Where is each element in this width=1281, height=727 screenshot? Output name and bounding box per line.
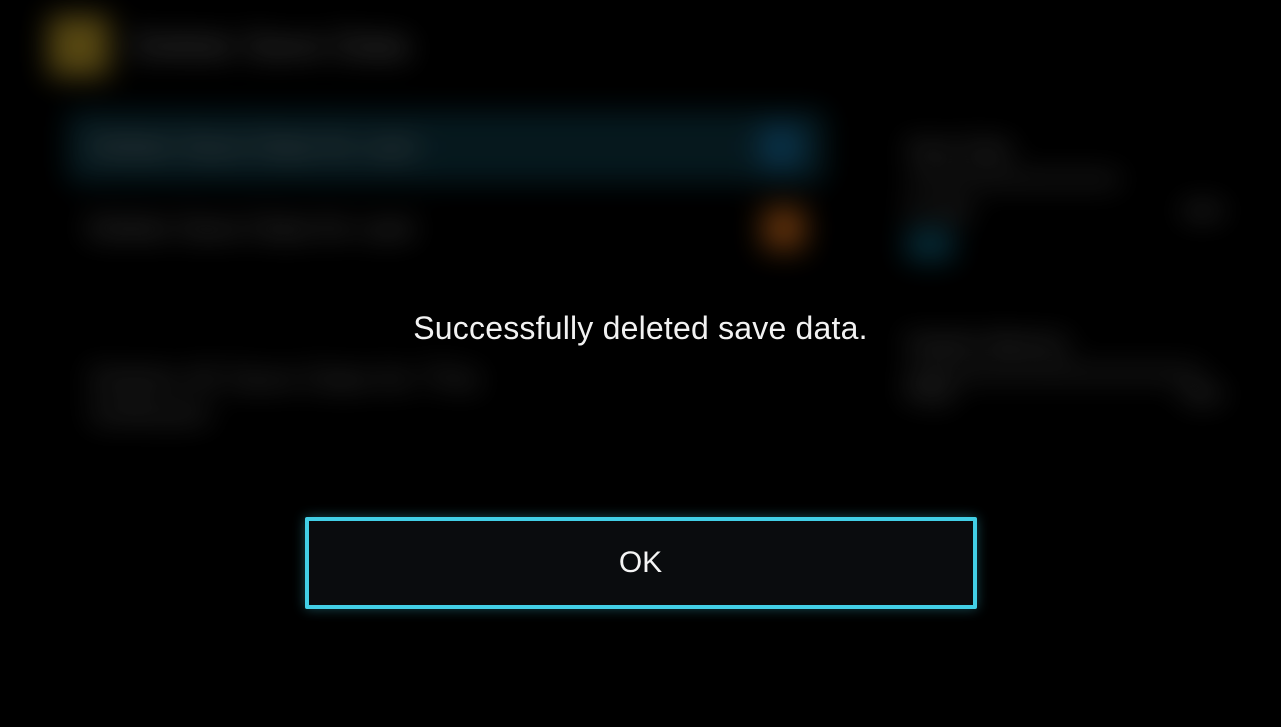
ok-button[interactable]: OK xyxy=(305,517,977,609)
confirmation-dialog: Successfully deleted save data. OK xyxy=(0,0,1281,720)
dialog-message: Successfully deleted save data. xyxy=(413,310,867,347)
ok-button-label: OK xyxy=(619,546,662,580)
